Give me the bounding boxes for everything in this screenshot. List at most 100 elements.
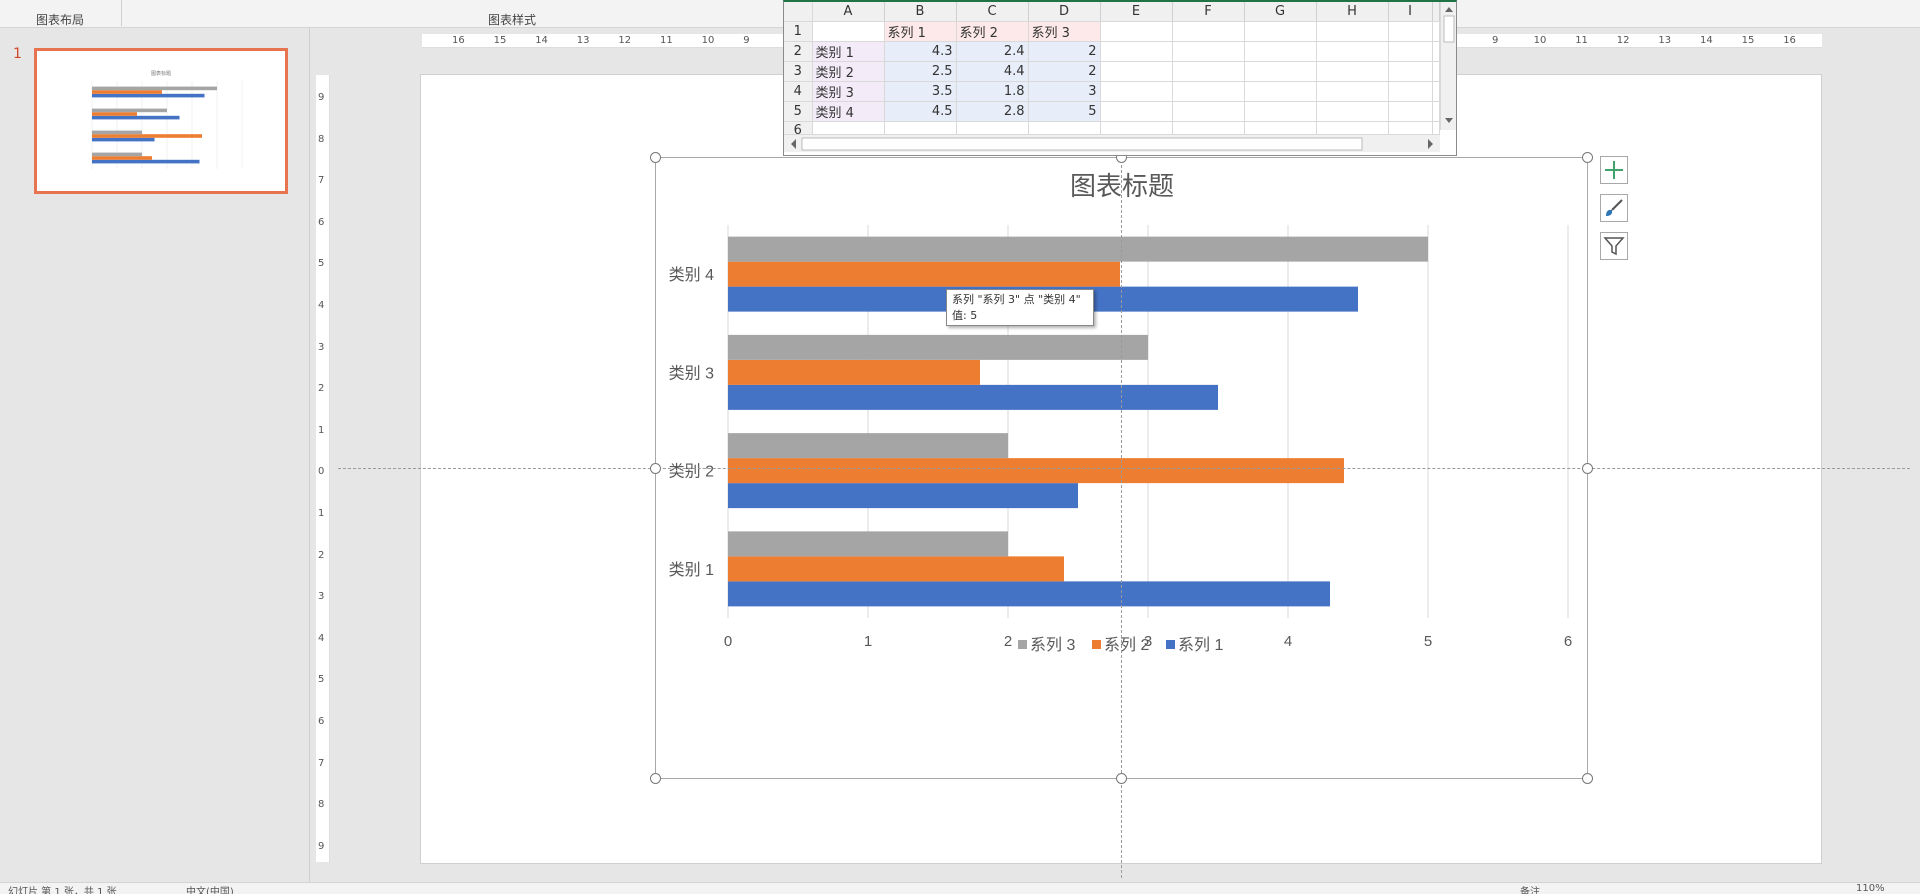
- column-header[interactable]: H: [1316, 2, 1389, 22]
- spreadsheet-cell[interactable]: [1100, 81, 1173, 102]
- row-header[interactable]: 1: [784, 21, 813, 42]
- spreadsheet-cell[interactable]: [1432, 101, 1440, 122]
- legend-entry[interactable]: 系列 2: [1104, 636, 1149, 654]
- spreadsheet-cell[interactable]: [1100, 101, 1173, 122]
- spreadsheet-cell[interactable]: 系列 3: [1028, 21, 1101, 42]
- status-zoom[interactable]: 110%: [1856, 883, 1885, 894]
- bar[interactable]: [728, 458, 1344, 484]
- spreadsheet-cell[interactable]: 4.4: [956, 61, 1029, 82]
- scroll-down-icon[interactable]: [1445, 118, 1453, 123]
- spreadsheet-cell[interactable]: 类别 3: [812, 81, 885, 102]
- spreadsheet-cell[interactable]: 2.4: [956, 41, 1029, 62]
- spreadsheet-cell[interactable]: [1316, 61, 1389, 82]
- chart-elements-button[interactable]: [1600, 156, 1628, 184]
- spreadsheet-cell[interactable]: [1172, 61, 1245, 82]
- bar[interactable]: [728, 236, 1428, 262]
- spreadsheet-cell[interactable]: 3.5: [884, 81, 957, 102]
- spreadsheet-cell[interactable]: 2.8: [956, 101, 1029, 122]
- spreadsheet-cell[interactable]: 系列 1: [884, 21, 957, 42]
- spreadsheet-cell[interactable]: 2.5: [884, 61, 957, 82]
- scroll-thumb[interactable]: [1443, 15, 1455, 43]
- spreadsheet-cell[interactable]: 类别 1: [812, 41, 885, 62]
- spreadsheet-cell[interactable]: [1244, 41, 1317, 62]
- hscroll-thumb[interactable]: [801, 137, 1363, 151]
- spreadsheet-cell[interactable]: 3: [1028, 81, 1101, 102]
- resize-handle-bottom-left[interactable]: [650, 773, 661, 784]
- spreadsheet-cell[interactable]: 2: [1028, 61, 1101, 82]
- spreadsheet-cell[interactable]: [812, 21, 885, 42]
- bar[interactable]: [728, 483, 1078, 509]
- scroll-left-icon[interactable]: [791, 139, 796, 149]
- spreadsheet-cell[interactable]: [1316, 21, 1389, 42]
- spreadsheet-cell[interactable]: 4.5: [884, 101, 957, 122]
- spreadsheet-cell[interactable]: 1.8: [956, 81, 1029, 102]
- spreadsheet-cell[interactable]: [1244, 61, 1317, 82]
- spreadsheet-cell[interactable]: 2: [1028, 41, 1101, 62]
- spreadsheet-cell[interactable]: [1388, 81, 1433, 102]
- spreadsheet-cell[interactable]: [1432, 61, 1440, 82]
- spreadsheet-cell[interactable]: [1432, 81, 1440, 102]
- spreadsheet-cell[interactable]: 5: [1028, 101, 1101, 122]
- spreadsheet-cell[interactable]: [1100, 41, 1173, 62]
- resize-handle-bottom[interactable]: [1116, 773, 1127, 784]
- resize-handle-right[interactable]: [1582, 463, 1593, 474]
- slide-thumbnail[interactable]: 图表标题: [34, 48, 288, 194]
- spreadsheet-cell[interactable]: [1316, 41, 1389, 62]
- row-header[interactable]: 4: [784, 81, 813, 102]
- horizontal-scrollbar[interactable]: [784, 134, 1440, 152]
- spreadsheet-grid[interactable]: ABCDEFGHI 1 系列 1 系列 2 系列 3 2 类别 1 4.3 2.4 2 3 类别 2…: [784, 2, 1440, 141]
- spreadsheet-cell[interactable]: [1100, 21, 1173, 42]
- spreadsheet-cell[interactable]: [1388, 61, 1433, 82]
- column-header[interactable]: E: [1100, 2, 1173, 22]
- row-header[interactable]: 2: [784, 41, 813, 62]
- spreadsheet-cell[interactable]: 类别 2: [812, 61, 885, 82]
- status-language[interactable]: 中文(中国): [186, 883, 234, 894]
- spreadsheet-cell[interactable]: [1100, 61, 1173, 82]
- status-notes-button[interactable]: 备注: [1520, 883, 1540, 894]
- spreadsheet-cell[interactable]: [1432, 21, 1440, 42]
- column-header[interactable]: A: [812, 2, 885, 22]
- row-header[interactable]: 5: [784, 101, 813, 122]
- spreadsheet-cell[interactable]: [1172, 21, 1245, 42]
- legend-entry[interactable]: 系列 3: [1030, 636, 1075, 654]
- bar[interactable]: [728, 261, 1120, 287]
- bar[interactable]: [728, 334, 1148, 360]
- bar[interactable]: [728, 531, 1008, 557]
- spreadsheet-cell[interactable]: [1244, 81, 1317, 102]
- resize-handle-top-left[interactable]: [650, 152, 661, 163]
- spreadsheet-cell[interactable]: [1388, 101, 1433, 122]
- resize-handle-top-right[interactable]: [1582, 152, 1593, 163]
- column-header[interactable]: [1432, 2, 1440, 22]
- spreadsheet-cell[interactable]: [1316, 81, 1389, 102]
- column-header[interactable]: C: [956, 2, 1029, 22]
- spreadsheet-cell[interactable]: [1172, 101, 1245, 122]
- column-header[interactable]: F: [1172, 2, 1245, 22]
- row-header[interactable]: 3: [784, 61, 813, 82]
- spreadsheet-cell[interactable]: [1388, 41, 1433, 62]
- resize-handle-left[interactable]: [650, 463, 661, 474]
- spreadsheet-cell[interactable]: 系列 2: [956, 21, 1029, 42]
- ribbon-group-chart-layout[interactable]: 图表布局: [36, 11, 84, 28]
- scroll-right-icon[interactable]: [1428, 139, 1433, 149]
- resize-handle-bottom-right[interactable]: [1582, 773, 1593, 784]
- vertical-scrollbar[interactable]: [1440, 2, 1456, 130]
- chart-filters-button[interactable]: [1600, 232, 1628, 260]
- spreadsheet-cell[interactable]: [1316, 101, 1389, 122]
- bar[interactable]: [728, 359, 980, 385]
- legend-entry[interactable]: 系列 1: [1178, 636, 1223, 654]
- column-header[interactable]: B: [884, 2, 957, 22]
- chart-data-spreadsheet[interactable]: ABCDEFGHI 1 系列 1 系列 2 系列 3 2 类别 1 4.3 2.4 2 3 类别 2…: [783, 0, 1457, 156]
- column-header[interactable]: I: [1388, 2, 1433, 22]
- spreadsheet-cell[interactable]: [1244, 21, 1317, 42]
- spreadsheet-cell[interactable]: 4.3: [884, 41, 957, 62]
- spreadsheet-cell[interactable]: 类别 4: [812, 101, 885, 122]
- scroll-up-icon[interactable]: [1445, 7, 1453, 12]
- bar[interactable]: [728, 556, 1064, 582]
- chart-styles-button[interactable]: [1600, 194, 1628, 222]
- ribbon-group-chart-styles[interactable]: 图表样式: [488, 11, 536, 28]
- bar[interactable]: [728, 433, 1008, 459]
- spreadsheet-cell[interactable]: [1172, 81, 1245, 102]
- bar[interactable]: [728, 581, 1330, 607]
- column-header[interactable]: D: [1028, 2, 1101, 22]
- column-header[interactable]: G: [1244, 2, 1317, 22]
